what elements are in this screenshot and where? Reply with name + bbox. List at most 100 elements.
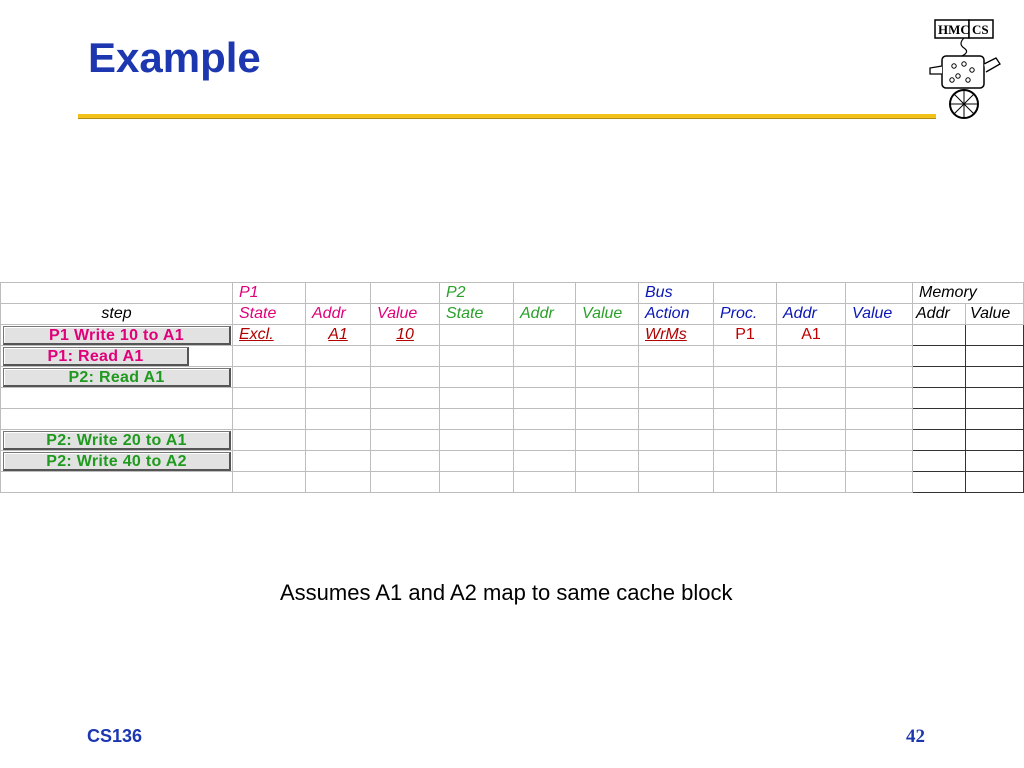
empty-cell [439,450,514,472]
step-cell: P1 Write 10 to A1 [0,324,233,346]
empty-cell [513,471,576,493]
step-button-p2-read[interactable]: P2: Read A1 [3,368,231,387]
empty-cell [713,282,777,304]
empty-cell [638,471,714,493]
course-label: CS136 [87,726,143,746]
empty-cell [305,366,371,388]
p1-value-header: Value [370,303,440,325]
step-cell: P2: Write 40 to A2 [0,450,233,472]
empty-cell [638,366,714,388]
p2-addr-header: Addr [513,303,576,325]
empty-cell [575,387,639,409]
empty-cell [776,471,846,493]
empty-cell [305,471,371,493]
empty-cell [575,345,639,367]
empty-cell [575,429,639,451]
empty-cell [513,282,576,304]
empty-cell [439,429,514,451]
column-header-row: step State Addr Value State Addr Value A… [0,303,1024,325]
step-cell: P2: Read A1 [0,366,233,388]
empty-cell [575,471,639,493]
mem-value-cell [965,450,1024,472]
table-row: P1: Read A1 [0,345,1024,367]
empty-cell [575,282,639,304]
empty-step-cell [0,387,233,409]
empty-cell [713,429,777,451]
empty-cell [713,471,777,493]
empty-cell [575,324,639,346]
empty-cell [0,282,233,304]
step-cell: P1: Read A1 [0,345,233,367]
slide-title: Example [88,34,261,81]
empty-cell [776,345,846,367]
empty-cell [370,387,440,409]
bus-action-header: Action [638,303,714,325]
empty-cell [638,408,714,430]
bus-proc-header: Proc. [713,303,777,325]
empty-cell [638,345,714,367]
step-button-p2-write-20[interactable]: P2: Write 20 to A1 [3,431,231,450]
mem-addr-cell [912,387,966,409]
empty-cell [513,345,576,367]
empty-cell [305,450,371,472]
p1-group-label: P1 [232,282,306,304]
assumption-note: Assumes A1 and A2 map to same cache bloc… [280,580,733,605]
empty-cell [513,366,576,388]
step-button-p1-write-10[interactable]: P1 Write 10 to A1 [3,326,231,345]
empty-cell [845,450,913,472]
empty-cell [305,429,371,451]
mem-value-cell [965,471,1024,493]
empty-cell [845,387,913,409]
empty-cell [370,471,440,493]
title-divider [78,114,936,119]
empty-cell [575,450,639,472]
empty-cell [370,408,440,430]
table-row: P2: Read A1 [0,366,1024,388]
empty-cell [845,345,913,367]
empty-cell [513,324,576,346]
p2-state-header: State [439,303,514,325]
empty-cell [845,429,913,451]
bus-addr-cell: A1 [776,324,846,346]
empty-cell [713,345,777,367]
coherence-table: P1 P2 Bus Memory step State Addr Value S… [0,282,1024,493]
empty-step-cell [0,471,233,493]
empty-cell [305,282,371,304]
empty-step-cell [0,408,233,430]
mem-addr-cell [912,324,966,346]
empty-cell [845,366,913,388]
empty-cell [638,429,714,451]
empty-cell [575,366,639,388]
empty-cell [776,450,846,472]
empty-cell [232,366,306,388]
empty-cell [513,450,576,472]
empty-cell [439,366,514,388]
empty-cell [638,450,714,472]
p1-state-header: State [232,303,306,325]
svg-text:HMC: HMC [938,22,970,37]
empty-cell [776,387,846,409]
empty-cell [439,345,514,367]
empty-cell [439,324,514,346]
empty-cell [232,450,306,472]
group-header-row: P1 P2 Bus Memory [0,282,1024,304]
empty-cell [713,366,777,388]
empty-cell [439,408,514,430]
empty-cell [776,282,846,304]
mem-value-cell [965,408,1024,430]
table-row: P2: Write 20 to A1 [0,429,1024,451]
bus-action-cell: WrMs [638,324,714,346]
step-button-p1-read[interactable]: P1: Read A1 [3,347,189,366]
p1-addr-header: Addr [305,303,371,325]
empty-cell [439,471,514,493]
bus-group-label: Bus [638,282,714,304]
empty-cell [439,387,514,409]
p1-state-cell: Excl. [232,324,306,346]
step-button-p2-write-40[interactable]: P2: Write 40 to A2 [3,452,231,471]
empty-cell [845,471,913,493]
empty-cell [513,429,576,451]
empty-cell [370,282,440,304]
mem-value-cell [965,387,1024,409]
empty-cell [776,429,846,451]
empty-cell [638,387,714,409]
